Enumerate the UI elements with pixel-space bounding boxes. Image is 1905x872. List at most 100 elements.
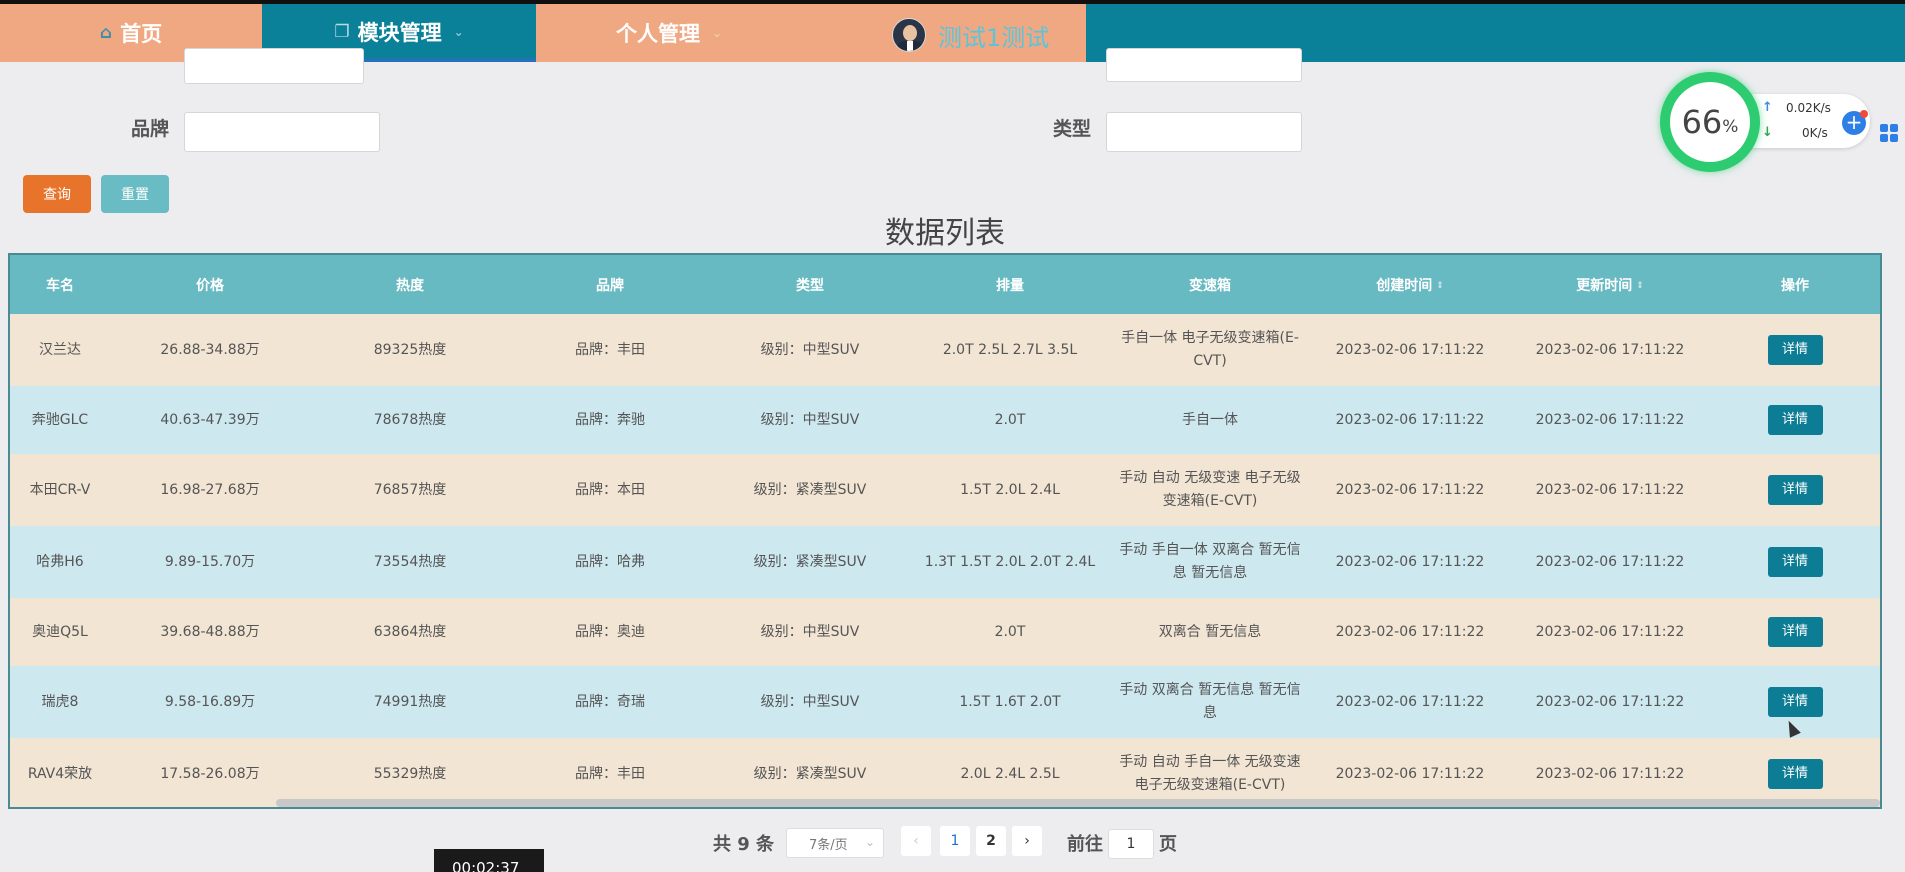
cell-gearbox: 手动 手自一体 双离合 暂无信息 暂无信息 xyxy=(1110,526,1310,598)
chevron-down-icon: ⌄ xyxy=(864,835,875,849)
cell-heat: 89325热度 xyxy=(310,314,510,386)
upload-speed: 0.02K/s xyxy=(1786,101,1831,115)
cell-name: 汉兰达 xyxy=(10,314,110,386)
recording-timer: 00:02:37 xyxy=(434,849,544,872)
cell-updated: 2023-02-06 17:11:22 xyxy=(1510,666,1710,738)
home-icon: ⌂ xyxy=(99,23,113,43)
col-header-heat: 热度 xyxy=(310,255,510,314)
next-page-button[interactable]: › xyxy=(1012,826,1042,856)
cell-type: 级别：紧凑型SUV xyxy=(710,454,910,526)
brand-label: 品牌 xyxy=(131,118,170,140)
detail-button[interactable]: 详情 xyxy=(1767,759,1823,789)
cell-displacement: 1.3T 1.5T 2.0L 2.0T 2.4L xyxy=(910,526,1110,598)
pagination-total: 共 9 条 xyxy=(713,834,775,855)
col-header-created-label: 创建时间 xyxy=(1376,277,1433,294)
cell-created: 2023-02-06 17:11:22 xyxy=(1310,666,1510,738)
cell-name: 奥迪Q5L xyxy=(10,598,110,666)
cell-price: 16.98-27.68万 xyxy=(110,454,310,526)
prev-page-button[interactable]: ‹ xyxy=(901,826,931,856)
chevron-down-icon: ⌄ xyxy=(453,24,464,39)
type-label: 类型 xyxy=(1053,118,1092,140)
data-table: 车名 价格 热度 品牌 类型 排量 变速箱 创建时间 ⇕ 更新时间 ⇕ 操作 汉兰达… xyxy=(8,253,1882,809)
sort-icon[interactable]: ⇕ xyxy=(1436,281,1444,291)
cell-displacement: 2.0T 2.5L 2.7L 3.5L xyxy=(910,314,1110,386)
table-row: 奥迪Q5L 39.68-48.88万 63864热度 品牌：奥迪 级别：中型SUV 2.0… xyxy=(10,598,1880,666)
cell-type: 级别：紧凑型SUV xyxy=(710,526,910,598)
detail-button[interactable]: 详情 xyxy=(1767,475,1823,505)
cell-created: 2023-02-06 17:11:22 xyxy=(1310,526,1510,598)
cell-heat: 74991热度 xyxy=(310,666,510,738)
table-row: 瑞虎8 9.58-16.89万 74991热度 品牌：奇瑞 级别：中型SUV 1.5T 1… xyxy=(10,666,1880,738)
cell-gearbox: 双离合 暂无信息 xyxy=(1110,598,1310,666)
detail-button[interactable]: 详情 xyxy=(1767,687,1823,717)
goto-page-input[interactable]: 1 xyxy=(1108,829,1154,859)
cell-displacement: 2.0T xyxy=(910,386,1110,454)
col-header-updated-label: 更新时间 xyxy=(1576,277,1633,294)
top-right-input[interactable] xyxy=(1106,48,1302,82)
cell-brand: 品牌：奔驰 xyxy=(510,386,710,454)
cell-brand: 品牌：奇瑞 xyxy=(510,666,710,738)
avatar[interactable] xyxy=(892,18,926,52)
nav-personal-label: 个人管理 xyxy=(616,22,700,46)
cell-type: 级别：中型SUV xyxy=(710,598,910,666)
cell-updated: 2023-02-06 17:11:22 xyxy=(1510,598,1710,666)
col-header-name: 车名 xyxy=(10,255,110,314)
cell-price: 39.68-48.88万 xyxy=(110,598,310,666)
cell-heat: 76857热度 xyxy=(310,454,510,526)
upload-arrow-icon: ↑ xyxy=(1762,100,1773,115)
cell-brand: 品牌：奥迪 xyxy=(510,598,710,666)
nav-personal-management[interactable]: 个人管理 ⌄ 测试1测试 xyxy=(536,4,1086,62)
detail-button[interactable]: 详情 xyxy=(1767,547,1823,577)
cell-name: 奔驰GLC xyxy=(10,386,110,454)
cell-created: 2023-02-06 17:11:22 xyxy=(1310,598,1510,666)
col-header-type: 类型 xyxy=(710,255,910,314)
username[interactable]: 测试1测试 xyxy=(938,18,1049,53)
usage-percent: 66% xyxy=(1670,82,1750,162)
page-size-select[interactable]: 7条/页 ⌄ xyxy=(786,828,884,858)
cell-action: 详情 xyxy=(1710,314,1880,386)
cell-heat: 63864热度 xyxy=(310,598,510,666)
cell-type: 级别：中型SUV xyxy=(710,386,910,454)
cell-action: 详情 xyxy=(1710,598,1880,666)
cell-created: 2023-02-06 17:11:22 xyxy=(1310,386,1510,454)
col-header-updated[interactable]: 更新时间 ⇕ xyxy=(1510,255,1710,314)
col-header-price: 价格 xyxy=(110,255,310,314)
cell-gearbox: 手自一体 xyxy=(1110,386,1310,454)
usage-percent-value: 66 xyxy=(1681,103,1723,141)
cell-gearbox: 手动 自动 无级变速 电子无级变速箱(E-CVT) xyxy=(1110,454,1310,526)
type-input[interactable] xyxy=(1106,112,1302,152)
goto-label: 前往 xyxy=(1067,834,1103,855)
cell-price: 26.88-34.88万 xyxy=(110,314,310,386)
cell-updated: 2023-02-06 17:11:22 xyxy=(1510,454,1710,526)
copy-icon: ❐ xyxy=(334,21,350,42)
brand-input[interactable] xyxy=(184,112,380,152)
horizontal-scrollbar[interactable] xyxy=(276,799,1880,807)
grid-icon[interactable] xyxy=(1880,124,1900,144)
page-size-value: 7条/页 xyxy=(809,837,848,853)
chevron-down-icon: ⌄ xyxy=(712,26,723,40)
page-1-button[interactable]: 1 xyxy=(940,826,970,856)
page-suffix-label: 页 xyxy=(1159,834,1177,855)
usage-percent-sign: % xyxy=(1722,117,1739,137)
cell-displacement: 1.5T 1.6T 2.0T xyxy=(910,666,1110,738)
cell-updated: 2023-02-06 17:11:22 xyxy=(1510,386,1710,454)
detail-button[interactable]: 详情 xyxy=(1767,335,1823,365)
detail-button[interactable]: 详情 xyxy=(1767,405,1823,435)
cell-price: 40.63-47.39万 xyxy=(110,386,310,454)
nav-module-label: 模块管理 xyxy=(357,20,442,45)
price-range-input[interactable] xyxy=(184,48,364,84)
cell-updated: 2023-02-06 17:11:22 xyxy=(1510,526,1710,598)
cell-updated: 2023-02-06 17:11:22 xyxy=(1510,314,1710,386)
detail-button[interactable]: 详情 xyxy=(1767,617,1823,647)
table-row: 奔驰GLC 40.63-47.39万 78678热度 品牌：奔驰 级别：中型SUV 2.0… xyxy=(10,386,1880,454)
cell-brand: 品牌：本田 xyxy=(510,454,710,526)
cell-name: 本田CR-V xyxy=(10,454,110,526)
cell-action: 详情 xyxy=(1710,454,1880,526)
nav-home-label: 首页 xyxy=(120,22,163,46)
cell-name: RAV4荣放 xyxy=(10,738,110,807)
table-row: 哈弗H6 9.89-15.70万 73554热度 品牌：哈弗 级别：紧凑型SUV 1.3T… xyxy=(10,526,1880,598)
sort-icon[interactable]: ⇕ xyxy=(1636,281,1644,291)
chevron-left-icon: ‹ xyxy=(913,833,919,849)
col-header-created[interactable]: 创建时间 ⇕ xyxy=(1310,255,1510,314)
page-2-button[interactable]: 2 xyxy=(976,826,1006,856)
